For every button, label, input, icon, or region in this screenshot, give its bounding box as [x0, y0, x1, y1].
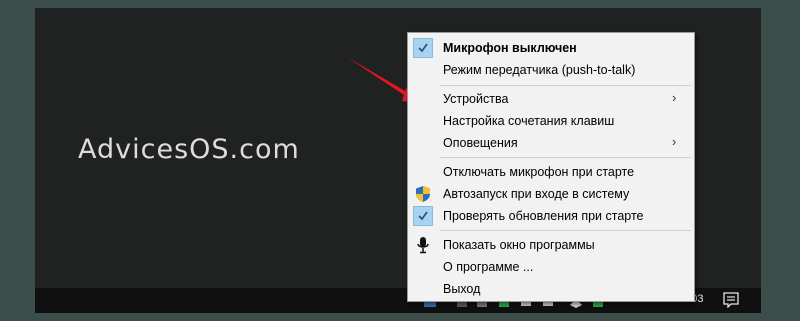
uac-shield-icon	[416, 186, 430, 202]
menu-item-mic-off[interactable]: Микрофон выключен	[408, 37, 694, 59]
menu-item-label: Показать окно программы	[443, 238, 595, 252]
menu-item-mute-on-start[interactable]: Отключать микрофон при старте	[408, 161, 694, 183]
submenu-arrow-icon: ›	[672, 134, 677, 149]
submenu-arrow-icon: ›	[672, 90, 677, 105]
menu-item-label: Настройка сочетания клавиш	[443, 114, 615, 128]
menu-item-hotkeys[interactable]: Настройка сочетания клавиш	[408, 110, 694, 132]
menu-item-label: Отключать микрофон при старте	[443, 165, 635, 179]
menu-separator	[440, 230, 691, 231]
context-menu: Микрофон выключен Режим передатчика (pus…	[407, 32, 695, 302]
microphone-icon	[417, 237, 429, 254]
menu-item-show-window[interactable]: Показать окно программы	[408, 234, 694, 256]
menu-separator	[440, 157, 691, 158]
check-icon	[413, 38, 433, 58]
menu-item-exit[interactable]: Выход	[408, 278, 694, 300]
menu-separator	[440, 85, 691, 86]
menu-item-devices[interactable]: Устройства ›	[408, 88, 694, 110]
menu-item-label: Автозапуск при входе в систему	[443, 187, 630, 201]
menu-item-push-to-talk[interactable]: Режим передатчика (push-to-talk)	[408, 59, 694, 81]
menu-item-label: Микрофон выключен	[443, 41, 577, 55]
menu-item-about[interactable]: О программе ...	[408, 256, 694, 278]
action-center-icon[interactable]	[723, 292, 739, 309]
menu-item-check-updates[interactable]: Проверять обновления при старте	[408, 205, 694, 227]
menu-item-label: Проверять обновления при старте	[443, 209, 644, 223]
menu-item-label: О программе ...	[443, 260, 534, 274]
menu-item-label: Режим передатчика (push-to-talk)	[443, 63, 636, 77]
menu-item-label: Выход	[443, 282, 481, 296]
menu-item-label: Оповещения	[443, 136, 518, 150]
menu-item-notifications[interactable]: Оповещения ›	[408, 132, 694, 154]
check-icon	[413, 206, 433, 226]
menu-item-label: Устройства	[443, 92, 509, 106]
menu-item-autostart[interactable]: Автозапуск при входе в систему	[408, 183, 694, 205]
